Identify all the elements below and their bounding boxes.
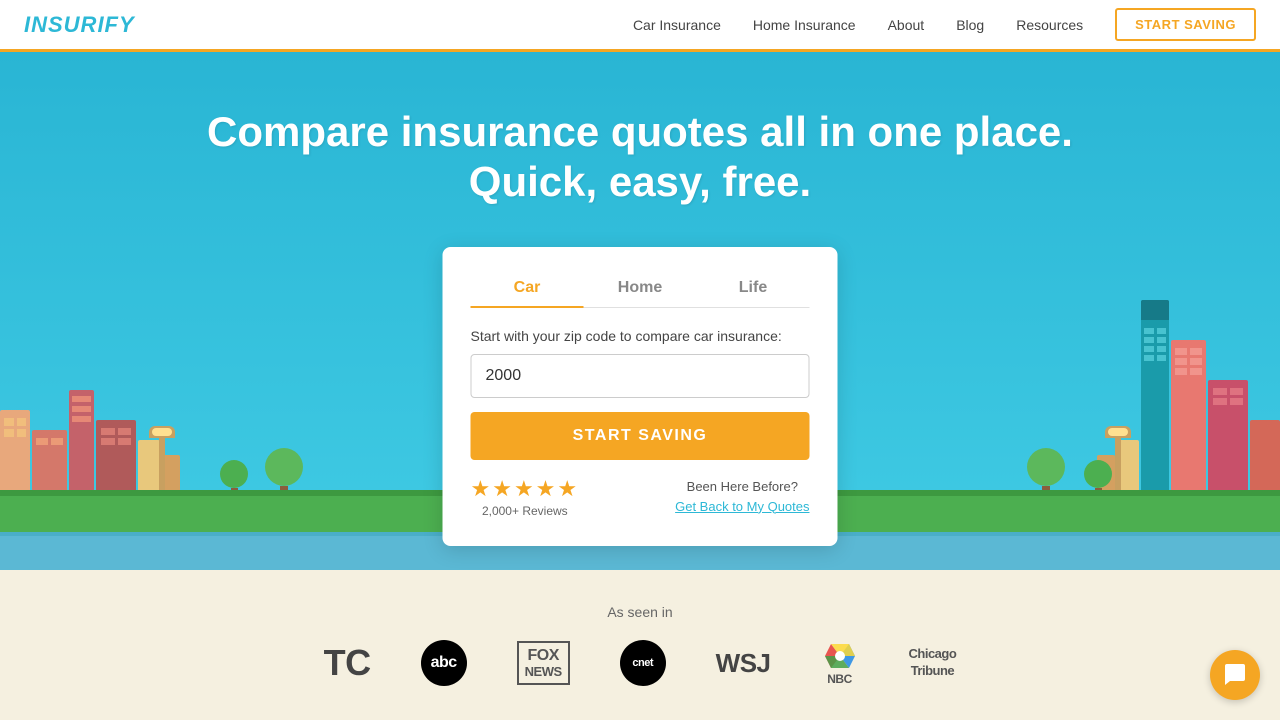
hero-headline-line1: Compare insurance quotes all in one plac… bbox=[207, 108, 1073, 155]
media-logos-row: TC abc FOX NEWS cnet WSJ NBC ChicagoTrib… bbox=[324, 640, 957, 686]
nav-about[interactable]: About bbox=[888, 17, 925, 33]
main-nav: Car Insurance Home Insurance About Blog … bbox=[633, 8, 1256, 41]
logo: INSURIFY bbox=[24, 12, 135, 38]
star-rating: ★★★★★ bbox=[471, 476, 580, 502]
media-logo-abc: abc bbox=[421, 640, 467, 686]
as-seen-in-section: As seen in TC abc FOX NEWS cnet WSJ NBC … bbox=[0, 570, 1280, 720]
hero-headline: Compare insurance quotes all in one plac… bbox=[0, 107, 1280, 208]
media-logo-nbc: NBC bbox=[821, 640, 859, 686]
tab-car[interactable]: Car bbox=[471, 271, 584, 307]
nav-resources[interactable]: Resources bbox=[1016, 17, 1083, 33]
header: INSURIFY Car Insurance Home Insurance Ab… bbox=[0, 0, 1280, 52]
stars-section: ★★★★★ 2,000+ Reviews bbox=[471, 476, 580, 518]
media-logo-tc: TC bbox=[324, 642, 371, 684]
been-here-label: Been Here Before? bbox=[675, 479, 809, 494]
reviews-count: 2,000+ Reviews bbox=[471, 504, 580, 518]
tab-home[interactable]: Home bbox=[584, 271, 697, 307]
returning-section: Been Here Before? Get Back to My Quotes bbox=[675, 479, 809, 516]
media-logo-chicago-tribune: ChicagoTribune bbox=[909, 646, 957, 680]
zip-label: Start with your zip code to compare car … bbox=[471, 328, 810, 344]
quote-tabs: Car Home Life bbox=[471, 271, 810, 308]
quote-card: Car Home Life Start with your zip code t… bbox=[443, 247, 838, 546]
zip-input[interactable] bbox=[471, 354, 810, 398]
media-logo-cnet: cnet bbox=[620, 640, 666, 686]
media-logo-fox: FOX NEWS bbox=[517, 641, 570, 685]
get-back-link[interactable]: Get Back to My Quotes bbox=[675, 499, 809, 514]
chat-button[interactable] bbox=[1210, 650, 1260, 700]
start-saving-button[interactable]: START SAVING bbox=[471, 412, 810, 460]
nav-home-insurance[interactable]: Home Insurance bbox=[753, 17, 856, 33]
nav-car-insurance[interactable]: Car Insurance bbox=[633, 17, 721, 33]
start-saving-nav-button[interactable]: START SAVING bbox=[1115, 8, 1256, 41]
as-seen-in-label: As seen in bbox=[607, 604, 672, 620]
hero-headline-line2: Quick, easy, free. bbox=[469, 158, 811, 205]
media-logo-wsj: WSJ bbox=[716, 648, 771, 679]
tab-life[interactable]: Life bbox=[697, 271, 810, 307]
buildings-left bbox=[0, 390, 180, 500]
reviews-row: ★★★★★ 2,000+ Reviews Been Here Before? G… bbox=[471, 476, 810, 518]
hero-section: Compare insurance quotes all in one plac… bbox=[0, 52, 1280, 570]
nav-blog[interactable]: Blog bbox=[956, 17, 984, 33]
logo-text: INSURIFY bbox=[24, 12, 135, 37]
